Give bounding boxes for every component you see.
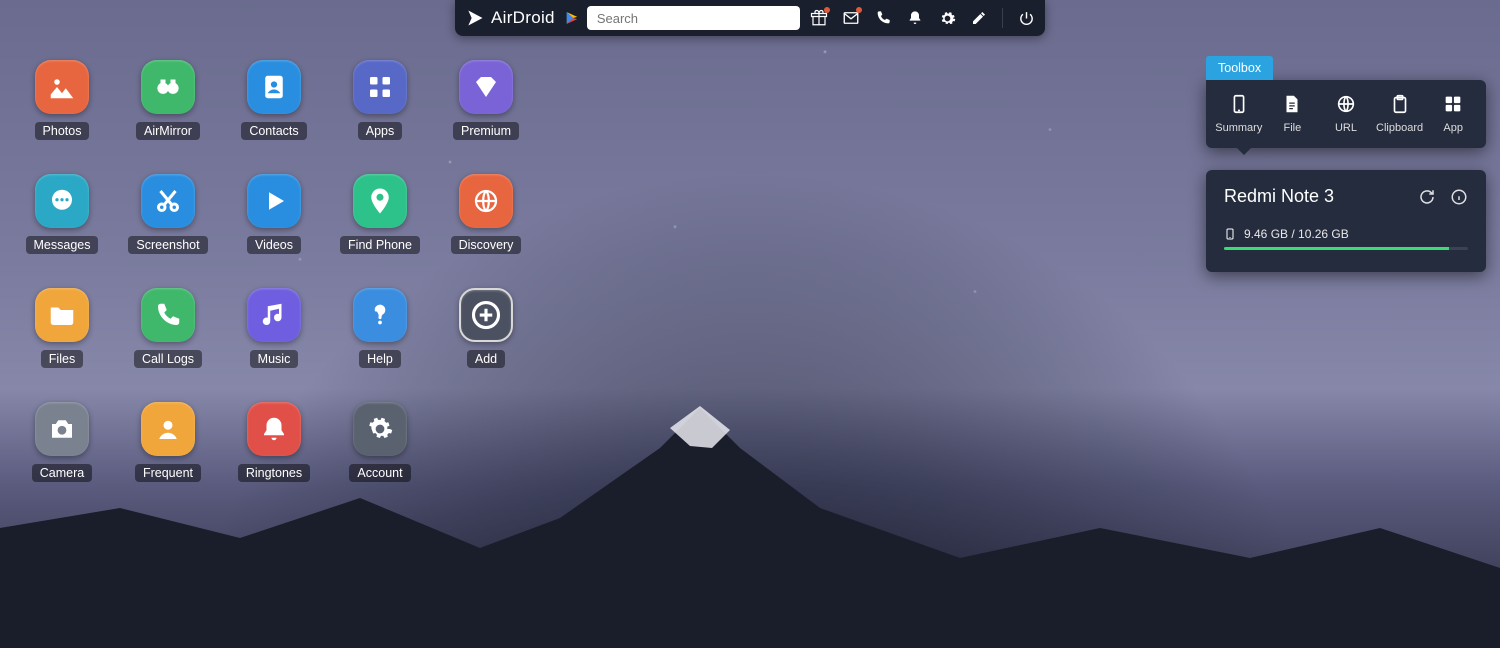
device-storage-icon: [1224, 227, 1236, 241]
app-label: Screenshot: [128, 236, 207, 254]
add-icon: [459, 288, 513, 342]
app-find-phone[interactable]: Find Phone: [336, 174, 424, 254]
app-premium[interactable]: Premium: [442, 60, 530, 140]
app-videos[interactable]: Videos: [230, 174, 318, 254]
ringtones-icon: [247, 402, 301, 456]
app-camera[interactable]: Camera: [18, 402, 106, 482]
app-label: Music: [250, 350, 299, 368]
app-label: Find Phone: [340, 236, 420, 254]
premium-icon: [459, 60, 513, 114]
app-label: Files: [41, 350, 83, 368]
gear-icon[interactable]: [938, 9, 956, 27]
photos-icon: [35, 60, 89, 114]
apps-icon: [353, 60, 407, 114]
toolbox-label: File: [1284, 122, 1302, 134]
app-label: Account: [349, 464, 410, 482]
power-icon[interactable]: [1017, 9, 1035, 27]
device-panel: Redmi Note 3 9.46 GB / 10.26 GB: [1206, 170, 1486, 272]
toolbox-label: URL: [1335, 122, 1357, 134]
storage-text: 9.46 GB / 10.26 GB: [1244, 227, 1349, 241]
play-store-icon[interactable]: [565, 11, 579, 25]
music-icon: [247, 288, 301, 342]
files-icon: [35, 288, 89, 342]
app-discovery[interactable]: Discovery: [442, 174, 530, 254]
brand-name: AirDroid: [491, 8, 555, 28]
frequent-icon: [141, 402, 195, 456]
brand[interactable]: AirDroid: [465, 8, 555, 28]
app-label: Help: [359, 350, 401, 368]
gift-icon[interactable]: [810, 9, 828, 27]
app-contacts[interactable]: Contacts: [230, 60, 318, 140]
url-icon: [1334, 92, 1358, 116]
app-photos[interactable]: Photos: [18, 60, 106, 140]
app-label: Frequent: [135, 464, 201, 482]
topbar: AirDroid: [455, 0, 1045, 36]
toolbox-label: Clipboard: [1376, 122, 1423, 134]
app-label: Camera: [32, 464, 92, 482]
app-add[interactable]: Add: [442, 288, 530, 368]
app-messages[interactable]: Messages: [18, 174, 106, 254]
videos-icon: [247, 174, 301, 228]
contacts-icon: [247, 60, 301, 114]
desktop-grid: Photos AirMirror Contacts Apps Premium Messag…: [18, 60, 530, 482]
toolbox-app[interactable]: App: [1427, 92, 1479, 134]
find-phone-icon: [353, 174, 407, 228]
app-screenshot[interactable]: Screenshot: [124, 174, 212, 254]
toolbox-tab[interactable]: Toolbox: [1206, 56, 1273, 80]
app-help[interactable]: Help: [336, 288, 424, 368]
toolbox-arrow: [1236, 147, 1252, 163]
messages-icon: [35, 174, 89, 228]
app-label: Messages: [26, 236, 99, 254]
mail-icon[interactable]: [842, 9, 860, 27]
app-label: Call Logs: [134, 350, 202, 368]
app-account[interactable]: Account: [336, 402, 424, 482]
storage-bar: [1224, 247, 1468, 250]
summary-icon: [1227, 92, 1251, 116]
phone-icon[interactable]: [874, 9, 892, 27]
app-label: Videos: [247, 236, 301, 254]
storage-fill: [1224, 247, 1449, 250]
app-label: Premium: [453, 122, 519, 140]
toolbar-icons: [810, 8, 1035, 28]
toolbox-label: Summary: [1215, 122, 1262, 134]
airdroid-logo-icon: [465, 8, 485, 28]
info-icon[interactable]: [1450, 188, 1468, 206]
app-label: Photos: [35, 122, 90, 140]
refresh-icon[interactable]: [1418, 188, 1436, 206]
camera-icon: [35, 402, 89, 456]
discovery-icon: [459, 174, 513, 228]
toolbox-summary[interactable]: Summary: [1213, 92, 1265, 134]
toolbox-clipboard[interactable]: Clipboard: [1374, 92, 1426, 134]
app-label: Ringtones: [238, 464, 310, 482]
app-airmirror[interactable]: AirMirror: [124, 60, 212, 140]
toolbar-separator: [1002, 8, 1003, 28]
account-icon: [353, 402, 407, 456]
bell-icon[interactable]: [906, 9, 924, 27]
app-files[interactable]: Files: [18, 288, 106, 368]
app-label: Contacts: [241, 122, 306, 140]
airmirror-icon: [141, 60, 195, 114]
app-apps[interactable]: Apps: [336, 60, 424, 140]
toolbox-label: App: [1443, 122, 1463, 134]
toolbox-url[interactable]: URL: [1320, 92, 1372, 134]
app-label: Discovery: [451, 236, 522, 254]
pencil-icon[interactable]: [970, 9, 988, 27]
clipboard-icon: [1388, 92, 1412, 116]
app-ringtones[interactable]: Ringtones: [230, 402, 318, 482]
call-logs-icon: [141, 288, 195, 342]
app-music[interactable]: Music: [230, 288, 318, 368]
toolbox-panel: Toolbox Summary File URL Clipboard App: [1206, 56, 1486, 148]
toolbox-file[interactable]: File: [1266, 92, 1318, 134]
screenshot-icon: [141, 174, 195, 228]
app-frequent[interactable]: Frequent: [124, 402, 212, 482]
app-icon: [1441, 92, 1465, 116]
app-label: AirMirror: [136, 122, 200, 140]
app-label: Apps: [358, 122, 403, 140]
file-icon: [1280, 92, 1304, 116]
help-icon: [353, 288, 407, 342]
app-label: Add: [467, 350, 505, 368]
app-call-logs[interactable]: Call Logs: [124, 288, 212, 368]
device-name: Redmi Note 3: [1224, 186, 1334, 207]
search-input[interactable]: [587, 6, 800, 30]
